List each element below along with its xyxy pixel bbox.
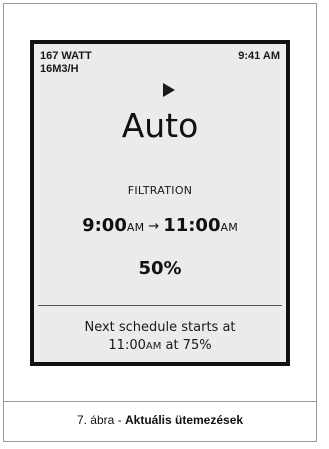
end-ampm: AM bbox=[220, 221, 238, 234]
section-label: FILTRATION bbox=[127, 184, 193, 197]
next-schedule-info: Next schedule starts at 11:00AM at 75% bbox=[34, 319, 286, 356]
device-screen: 167 WATT 16M3/H 9:41 AM Auto FILTRATION … bbox=[30, 40, 290, 366]
next-schedule-line2: 11:00AM at 75% bbox=[34, 337, 286, 356]
caption-prefix: 7. ábra - bbox=[76, 413, 125, 427]
flow-readout: 16M3/H bbox=[40, 63, 79, 75]
next-schedule-line1: Next schedule starts at bbox=[84, 320, 236, 335]
figure-caption: 7. ábra - Aktuális ütemezések bbox=[4, 412, 316, 428]
clock: 9:41 AM bbox=[238, 50, 280, 62]
speed-percent: 50% bbox=[138, 258, 182, 279]
status-readouts: 167 WATT 16M3/H bbox=[40, 50, 92, 76]
arrow-icon: → bbox=[148, 219, 160, 234]
caption-divider bbox=[4, 401, 316, 402]
next-schedule-suffix: at 75% bbox=[161, 338, 212, 353]
start-time: 9:00 bbox=[82, 215, 127, 236]
mode-label: Auto bbox=[121, 106, 199, 145]
divider bbox=[38, 305, 282, 306]
caption-title: Aktuális ütemezések bbox=[124, 413, 244, 427]
schedule-time-range: 9:00AM → 11:00AM bbox=[34, 215, 286, 239]
power-readout: 167 WATT bbox=[40, 50, 92, 62]
start-ampm: AM bbox=[126, 221, 145, 234]
next-schedule-ampm: AM bbox=[145, 341, 162, 352]
next-schedule-time: 11:00 bbox=[108, 338, 146, 353]
play-icon[interactable] bbox=[163, 83, 175, 97]
end-time: 11:00 bbox=[163, 215, 221, 236]
